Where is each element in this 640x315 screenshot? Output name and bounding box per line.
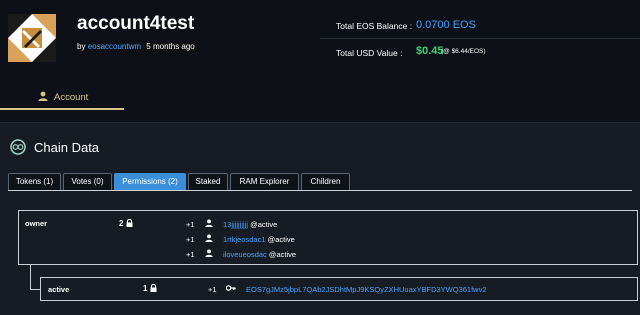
tab-ram-explorer[interactable]: RAM Explorer <box>230 173 299 190</box>
auth-actor-link[interactable]: 13jjjjjjjjjj <box>223 220 248 229</box>
auth-actor-link[interactable]: 1rtkjeosdac1 <box>223 235 266 244</box>
tab-account-label: Account <box>54 92 89 103</box>
account-avatar <box>8 14 56 62</box>
auth-weight: +1 <box>186 250 195 259</box>
user-icon <box>38 91 48 101</box>
public-key: EOS7gJMz5jbpL7QAb2JSDhtMpJ9KSQyZXHUuaxYB… <box>246 285 487 294</box>
auth-permission: @active <box>250 220 278 229</box>
key-icon <box>226 285 236 291</box>
lock-icon <box>126 218 133 227</box>
chain-data-title: Chain Data <box>34 140 100 155</box>
tree-connector <box>30 264 31 290</box>
permission-threshold: 2 <box>119 218 133 228</box>
chain-data-panel: Chain Data Tokens (1) Votes (0) Permissi… <box>0 122 640 315</box>
tab-children[interactable]: Children <box>301 173 350 190</box>
auth-weight: +1 <box>186 235 195 244</box>
tab-account[interactable]: Account <box>0 86 124 110</box>
auth-weight: +1 <box>186 220 195 229</box>
auth-account: 13jjjjjjjjjj @active <box>223 220 277 229</box>
auth-permission: @active <box>268 250 297 259</box>
threshold-value: 2 <box>119 219 124 228</box>
account-byline: by eosaccountwm 5 months ago <box>77 41 198 52</box>
usd-value-label: Total USD Value : <box>336 48 403 58</box>
creator-link[interactable]: eosaccountwm <box>88 42 141 51</box>
tabs-underline <box>8 190 632 191</box>
permission-name: active <box>48 285 70 294</box>
tab-staked[interactable]: Staked <box>188 173 228 190</box>
usd-rate: (@ $6.44/EOS) <box>441 48 486 55</box>
permission-threshold: 1 <box>143 283 157 293</box>
auth-permission: @active <box>267 235 295 244</box>
eos-balance-label: Total EOS Balance : <box>336 21 413 31</box>
chain-data-icon <box>10 139 26 155</box>
tab-votes[interactable]: Votes (0) <box>63 173 112 190</box>
account-name: account4test <box>77 13 195 34</box>
tab-tokens[interactable]: Tokens (1) <box>8 173 61 190</box>
user-icon <box>205 219 213 227</box>
threshold-value: 1 <box>143 284 148 293</box>
account-header: account4test by eosaccountwm 5 months ag… <box>0 0 640 110</box>
lock-icon <box>150 283 157 292</box>
key-weight: +1 <box>208 285 217 294</box>
created-ago: 5 months ago <box>143 41 198 52</box>
permission-active: active 1 +1 EOS7gJMz5jbpL7QAb2JSDhtMpJ9K… <box>40 277 638 301</box>
auth-actor-link[interactable]: iloveueosdac <box>223 250 267 259</box>
tab-permissions[interactable]: Permissions (2) <box>114 173 186 190</box>
public-key-link[interactable]: EOS7gJMz5jbpL7QAb2JSDhtMpJ9KSQyZXHUuaxYB… <box>246 285 487 294</box>
usd-value: $0.45 <box>416 45 444 57</box>
user-icon <box>205 249 213 257</box>
balance-divider <box>320 38 640 39</box>
auth-account: 1rtkjeosdac1 @active <box>223 235 295 244</box>
byline-prefix: by <box>77 42 86 51</box>
permission-owner: owner 2 +1 13jjjjjjjjjj @active +1 1rtkj… <box>18 210 638 265</box>
tree-connector <box>30 289 40 290</box>
user-icon <box>205 234 213 242</box>
auth-account: iloveueosdac @active <box>223 250 296 259</box>
permission-name: owner <box>25 219 48 228</box>
eos-balance-value: 0.0700 EOS <box>416 19 476 31</box>
